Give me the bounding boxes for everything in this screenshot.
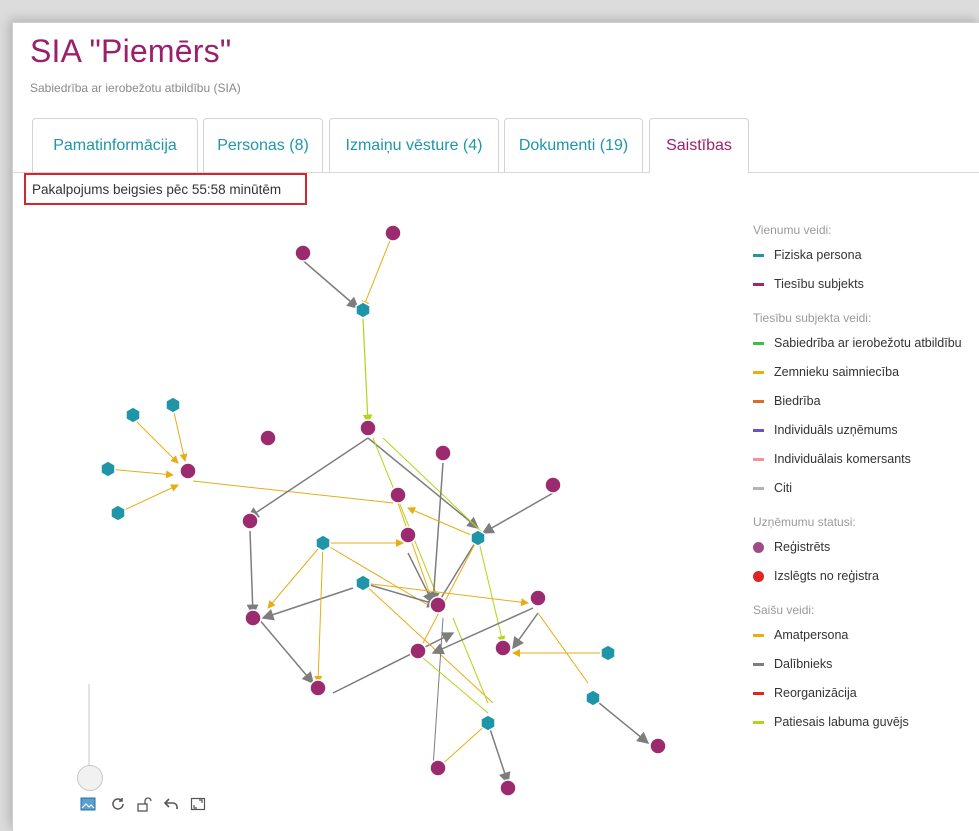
legend-label: Citi (774, 481, 793, 495)
legend-item: Amatpersona (753, 621, 979, 650)
tab-bar: Pamatinformācija Personas (8) Izmaiņu vē… (13, 118, 979, 173)
legend-swatch (753, 458, 764, 461)
legend-item: Tiesību subjekts (753, 270, 979, 299)
tab-pamatinformacija[interactable]: Pamatinformācija (32, 118, 198, 172)
legend-label: Sabiedrība ar ierobežotu atbildību (774, 336, 962, 350)
legend-label: Dalībnieks (774, 657, 833, 671)
relationship-graph[interactable] (13, 213, 743, 813)
image-icon[interactable] (79, 795, 97, 813)
zoom-slider-track[interactable] (88, 684, 90, 776)
undo-icon[interactable] (162, 795, 180, 813)
tab-label: Dokumenti (19) (518, 136, 629, 154)
legend-item: Reģistrēts (753, 533, 979, 562)
legend-swatch (753, 254, 764, 257)
legend-label: Individuāls uzņēmums (774, 423, 898, 437)
tab-label: Pamatinformācija (53, 136, 177, 154)
legend-swatch (753, 429, 764, 432)
tab-personas[interactable]: Personas (8) (203, 118, 323, 172)
legend-label: Reģistrēts (774, 540, 831, 554)
legend-dot (753, 542, 764, 553)
legend-label: Patiesais labuma guvējs (774, 715, 909, 729)
tab-saistibas[interactable]: Saistības (649, 118, 749, 173)
legend-label: Reorganizācija (774, 686, 857, 700)
legend-item: Dalībnieks (753, 650, 979, 679)
legend-item: Patiesais labuma guvējs (753, 708, 979, 737)
legend-dot (753, 571, 764, 582)
tab-label: Personas (8) (217, 136, 309, 154)
legend-swatch (753, 283, 764, 286)
legend-item: Fiziska persona (753, 241, 979, 270)
legend-item: Biedrība (753, 387, 979, 416)
graph-nodes[interactable] (100, 224, 667, 797)
legend-label: Zemnieku saimniecība (774, 365, 900, 379)
legend-link-types-heading: Saišu veidi: (753, 603, 815, 617)
legend-legal-types-heading: Tiesību subjekta veidi: (753, 311, 872, 325)
legend-item: Individuālais komersants (753, 445, 979, 474)
tab-izmainu-vesture[interactable]: Izmaiņu vēsture (4) (329, 118, 499, 172)
legend-label: Amatpersona (774, 628, 849, 642)
legend-item: Individuāls uzņēmums (753, 416, 979, 445)
legend-swatch (753, 634, 764, 637)
fullscreen-icon[interactable] (189, 795, 207, 813)
tab-dokumenti[interactable]: Dokumenti (19) (504, 118, 643, 172)
legend-swatch (753, 663, 764, 666)
legend-swatch (753, 371, 764, 374)
graph-legend: Vienumu veidi: Fiziska persona Tiesību s… (753, 219, 979, 737)
legend-swatch (753, 400, 764, 403)
main-panel: SIA "Piemērs" Sabiedrība ar ierobežotu a… (12, 22, 979, 831)
legend-label: Individuālais komersants (774, 452, 911, 466)
legend-swatch (753, 342, 764, 345)
legend-status-heading: Uzņēmumu statusi: (753, 515, 856, 529)
tab-label: Saistības (666, 137, 732, 154)
legend-item: Zemnieku saimniecība (753, 358, 979, 387)
zoom-slider-handle[interactable] (77, 765, 103, 791)
refresh-icon[interactable] (109, 795, 127, 813)
legend-item: Citi (753, 474, 979, 503)
session-timer-text: Pakalpojums beigsies pēc 55:58 minūtēm (32, 181, 282, 197)
legend-label: Tiesību subjekts (774, 277, 864, 291)
page-title: SIA "Piemērs" (30, 33, 232, 69)
legend-item: Sabiedrība ar ierobežotu atbildību (753, 329, 979, 358)
unlock-icon[interactable] (135, 795, 153, 813)
legend-swatch (753, 487, 764, 490)
legend-swatch (753, 721, 764, 724)
legend-item: Reorganizācija (753, 679, 979, 708)
graph-edges (107, 232, 650, 785)
legend-swatch (753, 692, 764, 695)
tab-label: Izmaiņu vēsture (4) (345, 136, 483, 154)
legend-entity-types-heading: Vienumu veidi: (753, 223, 832, 237)
page-subtitle: Sabiedrība ar ierobežotu atbildību (SIA) (30, 81, 241, 95)
legend-label: Izslēgts no reģistra (774, 569, 879, 583)
legend-label: Fiziska persona (774, 248, 862, 262)
legend-label: Biedrība (774, 394, 821, 408)
legend-item: Izslēgts no reģistra (753, 562, 979, 591)
session-timer-notice: Pakalpojums beigsies pēc 55:58 minūtēm (24, 173, 307, 205)
